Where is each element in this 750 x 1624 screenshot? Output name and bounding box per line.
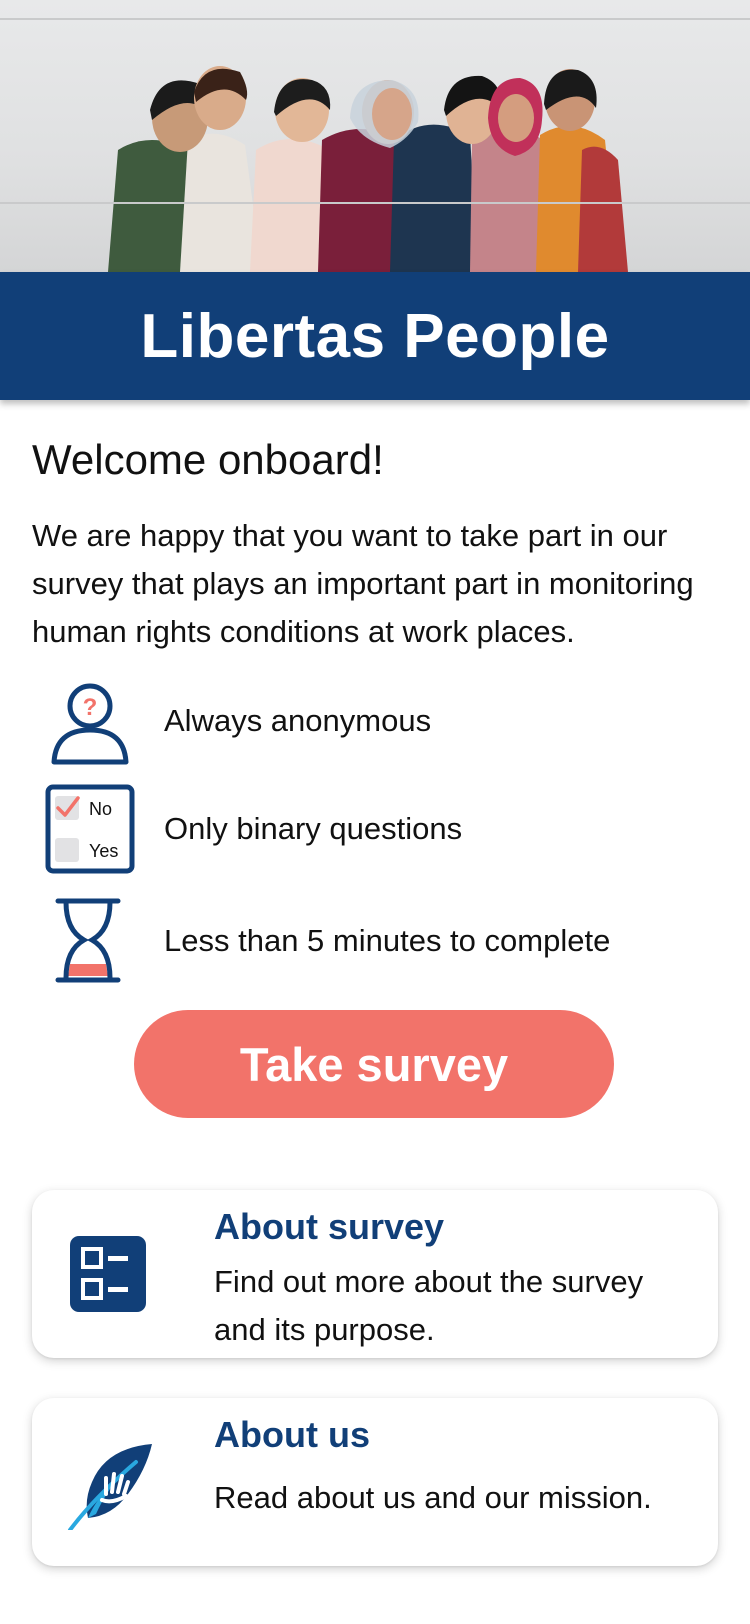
feature-label: Only binary questions xyxy=(164,811,463,846)
welcome-heading: Welcome onboard! xyxy=(32,436,384,483)
feather-hand-icon xyxy=(66,1438,158,1532)
svg-text:?: ? xyxy=(83,694,98,721)
feature-anonymous: ? Always anonymous xyxy=(0,676,750,766)
hero-image xyxy=(0,0,750,272)
take-survey-button[interactable]: Take survey xyxy=(134,1010,614,1118)
app-title: Libertas People xyxy=(140,301,610,371)
card-description: Read about us and our mission. xyxy=(214,1480,652,1515)
feature-label: Less than 5 minutes to complete xyxy=(164,923,611,958)
group-photo xyxy=(108,66,628,272)
card-title: About survey xyxy=(214,1206,445,1247)
about-us-card[interactable]: About us Read about us and our mission. xyxy=(32,1398,718,1566)
card-description: Find out more about the survey and its p… xyxy=(214,1264,644,1347)
feature-label: Always anonymous xyxy=(164,703,432,738)
brand-banner: Libertas People xyxy=(0,272,750,400)
anonymous-person-icon: ? xyxy=(44,676,136,766)
about-survey-card[interactable]: About survey Find out more about the sur… xyxy=(32,1190,718,1358)
feature-binary: No Yes Only binary questions xyxy=(0,784,750,874)
icon-option-no: No xyxy=(89,799,112,819)
card-title: About us xyxy=(214,1414,370,1455)
feature-time: Less than 5 minutes to complete xyxy=(0,896,750,986)
checkbox-icon: No Yes xyxy=(44,784,136,874)
hourglass-icon xyxy=(44,896,136,986)
icon-option-yes: Yes xyxy=(89,841,118,861)
welcome-intro: We are happy that you want to take part … xyxy=(32,518,694,649)
list-icon xyxy=(66,1230,158,1322)
